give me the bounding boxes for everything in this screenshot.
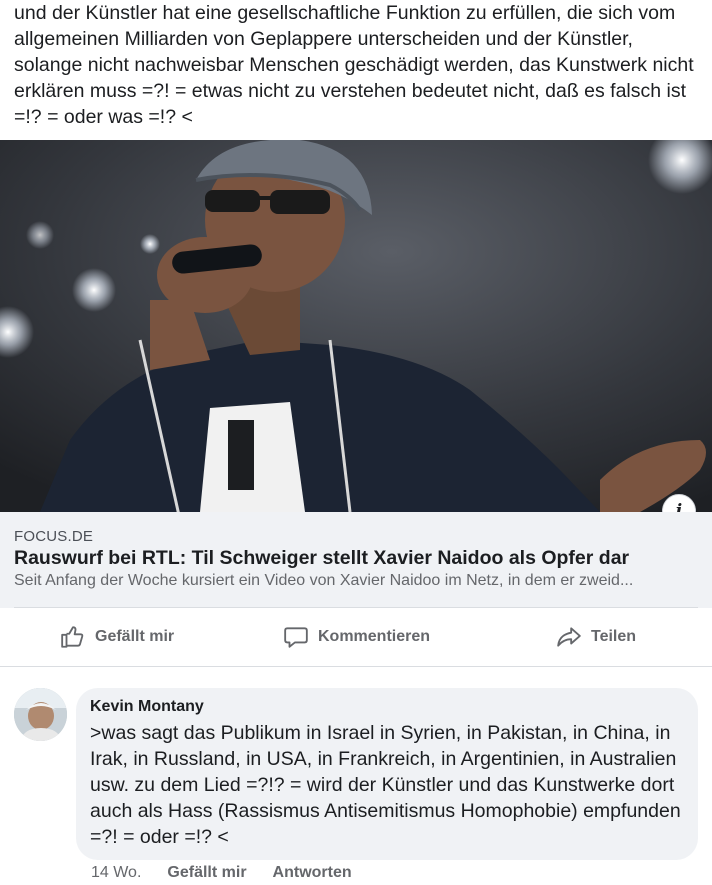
comment-reply-button[interactable]: Antworten [273,864,352,882]
comment-button[interactable]: Kommentieren [283,608,430,666]
share-arrow-icon [557,627,581,647]
comment-bubble: Kevin Montany >was sagt das Publikum in … [76,688,698,860]
comment-text: >was sagt das Publikum in Israel in Syri… [90,722,681,848]
thumbs-up-icon [61,626,84,648]
comment-bubble-icon [284,627,308,648]
post-text: und der Künstler hat eine gesellschaftli… [14,2,694,128]
link-source: FOCUS.DE [14,528,94,545]
divider [0,666,712,667]
post-actions-bar: Gefällt mir Kommentieren Teilen [0,608,712,666]
avatar-image [14,688,67,741]
comment-meta: 14 Wo. Gefällt mir Antworten [91,864,352,882]
comment-label: Kommentieren [318,628,431,645]
performer-photo [0,140,712,512]
link-description: Seit Anfang der Woche kursiert ein Video… [14,572,634,589]
like-button[interactable]: Gefällt mir [60,608,174,666]
like-label: Gefällt mir [95,628,175,645]
comment-like-button[interactable]: Gefällt mir [167,864,246,882]
avatar[interactable] [14,688,67,741]
link-preview-card[interactable]: FOCUS.DE Rauswurf bei RTL: Til Schweiger… [0,512,712,608]
share-label: Teilen [591,628,637,645]
comment-timestamp[interactable]: 14 Wo. [91,864,141,882]
link-title[interactable]: Rauswurf bei RTL: Til Schweiger stellt X… [14,547,629,570]
comment-author[interactable]: Kevin Montany [90,698,204,716]
share-button[interactable]: Teilen [556,608,636,666]
link-preview-image[interactable] [0,140,712,512]
